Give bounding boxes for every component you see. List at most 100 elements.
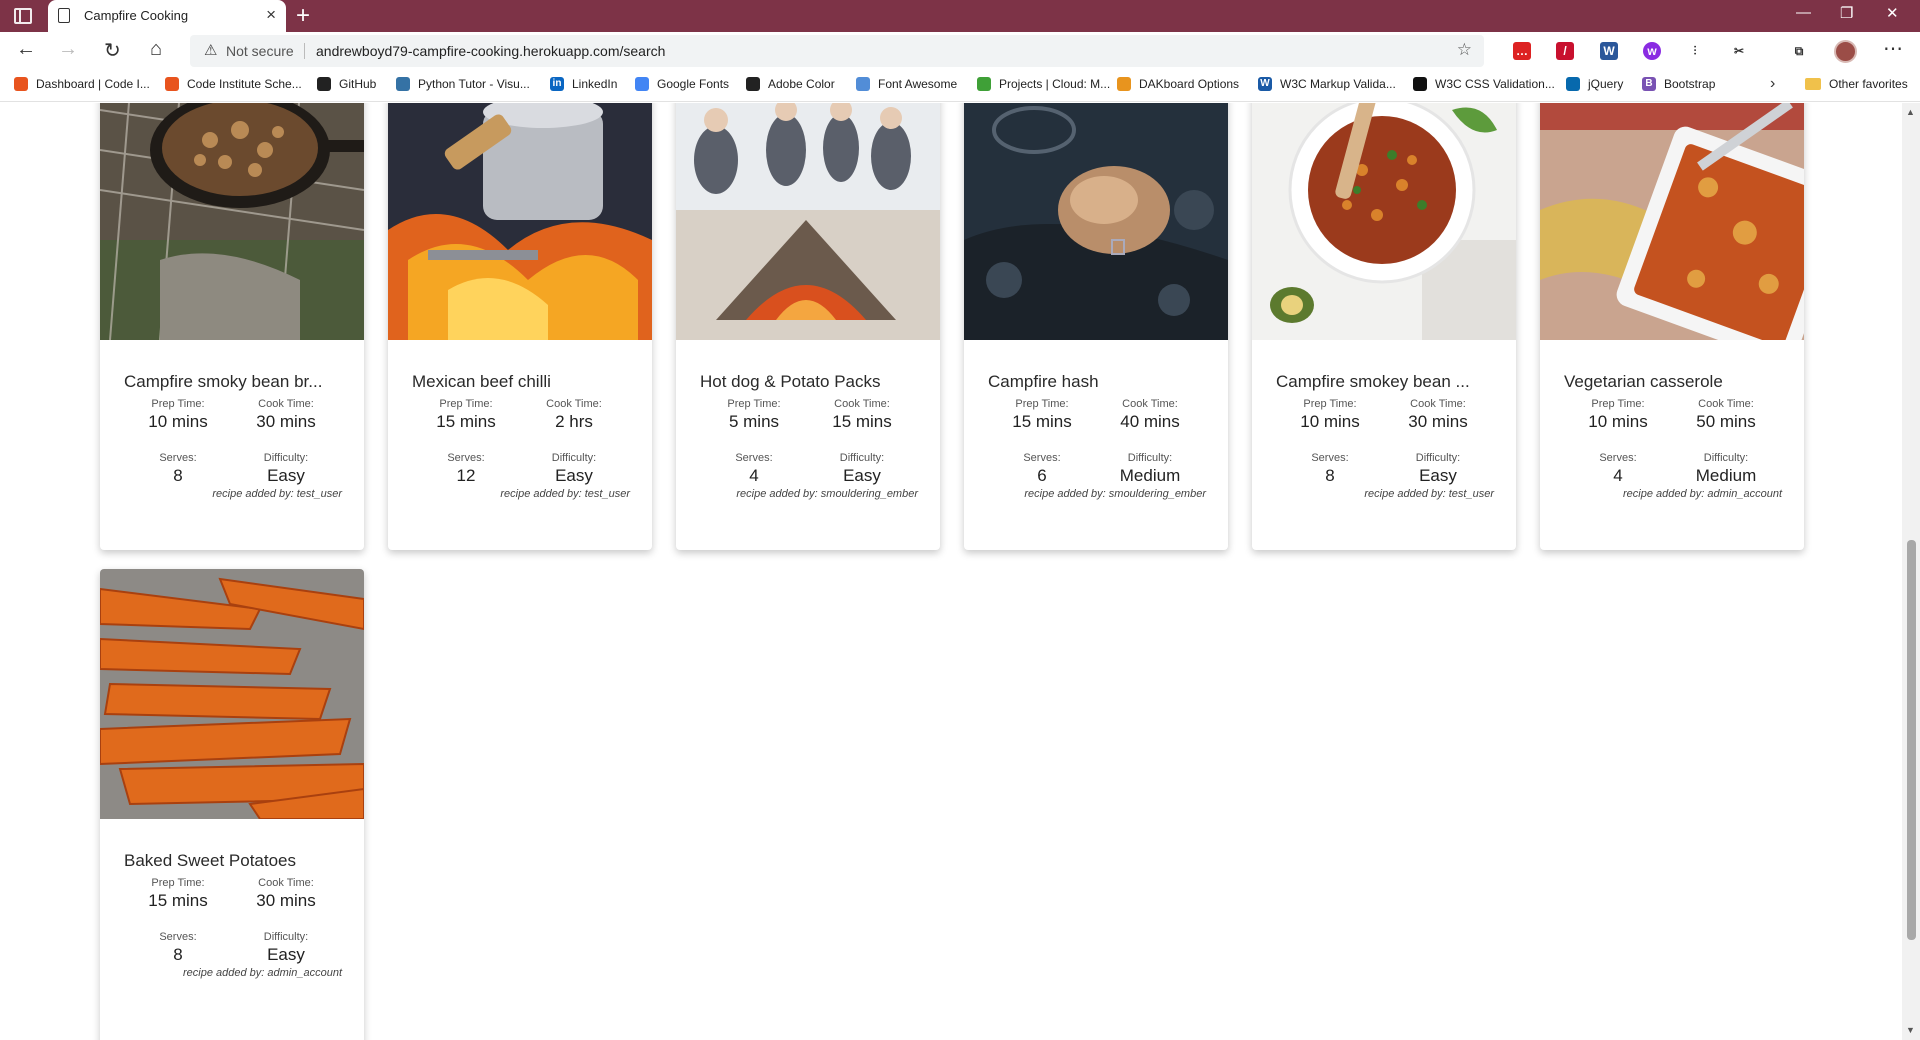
new-tab-button[interactable]: + xyxy=(296,2,310,30)
warning-icon[interactable]: ⚠ xyxy=(204,41,217,59)
page-scrollbar[interactable]: ▲ ▼ xyxy=(1902,103,1920,1040)
stat-label: Prep Time: xyxy=(1015,398,1069,410)
scroll-down-arrow-icon[interactable]: ▼ xyxy=(1906,1025,1915,1035)
stat-value: 10 mins xyxy=(1588,412,1648,431)
stat-label: Cook Time: xyxy=(258,877,314,889)
stat-value: Easy xyxy=(1419,466,1457,485)
bookmark-item[interactable]: Google Fonts xyxy=(635,77,729,91)
browser-navbar: ← → ↻ ⌂ ⚠ Not secure andrewboyd79-campfi… xyxy=(0,32,1920,70)
serves: Serves: 6 xyxy=(988,452,1096,486)
bookmark-item[interactable]: Adobe Color xyxy=(746,77,835,91)
reload-icon[interactable]: ↻ xyxy=(104,38,121,63)
recipe-author: recipe added by: smouldering_ember xyxy=(1024,488,1206,500)
difficulty: Difficulty: Easy xyxy=(232,452,340,486)
stat-label: Prep Time: xyxy=(151,398,205,410)
scrollbar-thumb[interactable] xyxy=(1907,540,1916,940)
stat-label: Serves: xyxy=(1311,452,1349,464)
tab-close-icon[interactable]: × xyxy=(266,5,276,25)
bookmarks-overflow-chevron-icon[interactable]: › xyxy=(1770,75,1775,93)
browser-tab[interactable]: Campfire Cooking × xyxy=(48,0,286,32)
close-window-icon[interactable]: ✕ xyxy=(1886,4,1899,22)
stat-label: Difficulty: xyxy=(1703,452,1749,464)
recipe-title[interactable]: Baked Sweet Potatoes xyxy=(124,851,354,871)
recipe-title[interactable]: Campfire hash xyxy=(988,372,1218,392)
extension-lastpass-icon[interactable]: … xyxy=(1513,42,1531,60)
bookmark-item[interactable]: GitHub xyxy=(317,77,376,91)
recipe-card[interactable]: Vegetarian casserole Prep Time: 10 mins C… xyxy=(1540,103,1804,550)
stat-label: Serves: xyxy=(735,452,773,464)
recipe-image[interactable] xyxy=(1540,103,1804,340)
recipe-card[interactable]: Hot dog & Potato Packs Prep Time: 5 mins … xyxy=(676,103,940,550)
bookmark-label: DAKboard Options xyxy=(1139,77,1240,91)
bookmark-item[interactable]: Projects | Cloud: M... xyxy=(977,77,1110,91)
bookmark-label: Other favorites xyxy=(1829,77,1908,91)
extension-tools-icon[interactable]: ✂ xyxy=(1730,42,1748,60)
tab-actions-icon[interactable] xyxy=(14,8,32,24)
recipe-image[interactable] xyxy=(100,569,364,819)
bookmark-favicon-icon xyxy=(317,77,331,91)
recipe-image[interactable] xyxy=(1252,103,1516,340)
minimize-icon[interactable]: — xyxy=(1796,4,1811,21)
bookmark-item[interactable]: DAKboard Options xyxy=(1117,77,1239,91)
restore-icon[interactable]: ❐ xyxy=(1840,4,1853,22)
recipe-title[interactable]: Hot dog & Potato Packs xyxy=(700,372,930,392)
extension-word-icon[interactable]: W xyxy=(1600,42,1618,60)
more-menu-icon[interactable]: ⋯ xyxy=(1883,36,1903,61)
bookmark-item[interactable]: Python Tutor - Visu... xyxy=(396,77,530,91)
forward-icon[interactable]: → xyxy=(58,38,78,61)
cook-time: Cook Time: 50 mins xyxy=(1672,398,1780,432)
profile-avatar[interactable] xyxy=(1834,40,1857,63)
cook-time: Cook Time: 15 mins xyxy=(808,398,916,432)
stat-value: 4 xyxy=(749,466,759,485)
url-text[interactable]: andrewboyd79-campfire-cooking.herokuapp.… xyxy=(316,43,665,59)
bookmark-label: Bootstrap xyxy=(1664,77,1716,91)
address-bar[interactable]: ⚠ Not secure andrewboyd79-campfire-cooki… xyxy=(190,35,1484,67)
bookmark-item[interactable]: in LinkedIn xyxy=(550,77,617,91)
recipe-card[interactable]: Campfire smoky bean br... Prep Time: 10 m… xyxy=(100,103,364,550)
extension-pdf-icon[interactable]: / xyxy=(1556,42,1574,60)
recipe-title[interactable]: Campfire smoky bean br... xyxy=(124,372,354,392)
home-icon[interactable]: ⌂ xyxy=(150,38,162,61)
stat-value: 40 mins xyxy=(1120,412,1180,431)
extension-sliders-icon[interactable]: ⫶ xyxy=(1686,42,1704,60)
recipe-card[interactable]: Campfire smokey bean ... Prep Time: 10 mi… xyxy=(1252,103,1516,550)
stat-label: Prep Time: xyxy=(151,877,205,889)
not-secure-label[interactable]: Not secure xyxy=(226,43,294,59)
bookmark-item[interactable]: Code Institute Sche... xyxy=(165,77,302,91)
stat-value: 30 mins xyxy=(256,412,316,431)
difficulty: Difficulty: Easy xyxy=(1384,452,1492,486)
extension-purple-icon[interactable]: w xyxy=(1643,42,1661,60)
favorite-star-icon[interactable]: ☆ xyxy=(1457,40,1472,60)
stat-value: Easy xyxy=(267,945,305,964)
scroll-up-arrow-icon[interactable]: ▲ xyxy=(1906,107,1915,117)
collections-icon[interactable]: ⧉ xyxy=(1790,42,1808,60)
stat-value: 15 mins xyxy=(832,412,892,431)
recipe-image[interactable] xyxy=(100,103,364,340)
difficulty: Difficulty: Easy xyxy=(808,452,916,486)
bookmark-item[interactable]: Dashboard | Code I... xyxy=(14,77,150,91)
bookmark-label: jQuery xyxy=(1588,77,1624,91)
recipe-title[interactable]: Vegetarian casserole xyxy=(1564,372,1794,392)
recipe-image[interactable] xyxy=(964,103,1228,340)
bookmark-label: W3C Markup Valida... xyxy=(1280,77,1396,91)
stat-label: Prep Time: xyxy=(727,398,781,410)
recipe-image[interactable] xyxy=(388,103,652,340)
bookmark-item[interactable]: jQuery xyxy=(1566,77,1623,91)
bookmark-item[interactable]: W3C CSS Validation... xyxy=(1413,77,1555,91)
stat-value: 2 hrs xyxy=(555,412,593,431)
serves: Serves: 4 xyxy=(700,452,808,486)
bookmark-favicon-icon: B xyxy=(1642,77,1656,91)
recipe-title[interactable]: Campfire smokey bean ... xyxy=(1276,372,1506,392)
back-icon[interactable]: ← xyxy=(16,38,36,61)
recipe-card[interactable]: Baked Sweet Potatoes Prep Time: 15 mins C… xyxy=(100,569,364,1040)
bookmark-other-favorites[interactable]: Other favorites xyxy=(1805,77,1908,91)
recipe-card[interactable]: Campfire hash Prep Time: 15 mins Cook Tim… xyxy=(964,103,1228,550)
bookmark-item[interactable]: Font Awesome xyxy=(856,77,957,91)
bookmark-item[interactable]: W W3C Markup Valida... xyxy=(1258,77,1396,91)
stat-label: Cook Time: xyxy=(546,398,602,410)
recipe-image[interactable] xyxy=(676,103,940,340)
stat-label: Prep Time: xyxy=(1591,398,1645,410)
recipe-title[interactable]: Mexican beef chilli xyxy=(412,372,642,392)
bookmark-item[interactable]: B Bootstrap xyxy=(1642,77,1715,91)
recipe-card[interactable]: Mexican beef chilli Prep Time: 15 mins Co… xyxy=(388,103,652,550)
